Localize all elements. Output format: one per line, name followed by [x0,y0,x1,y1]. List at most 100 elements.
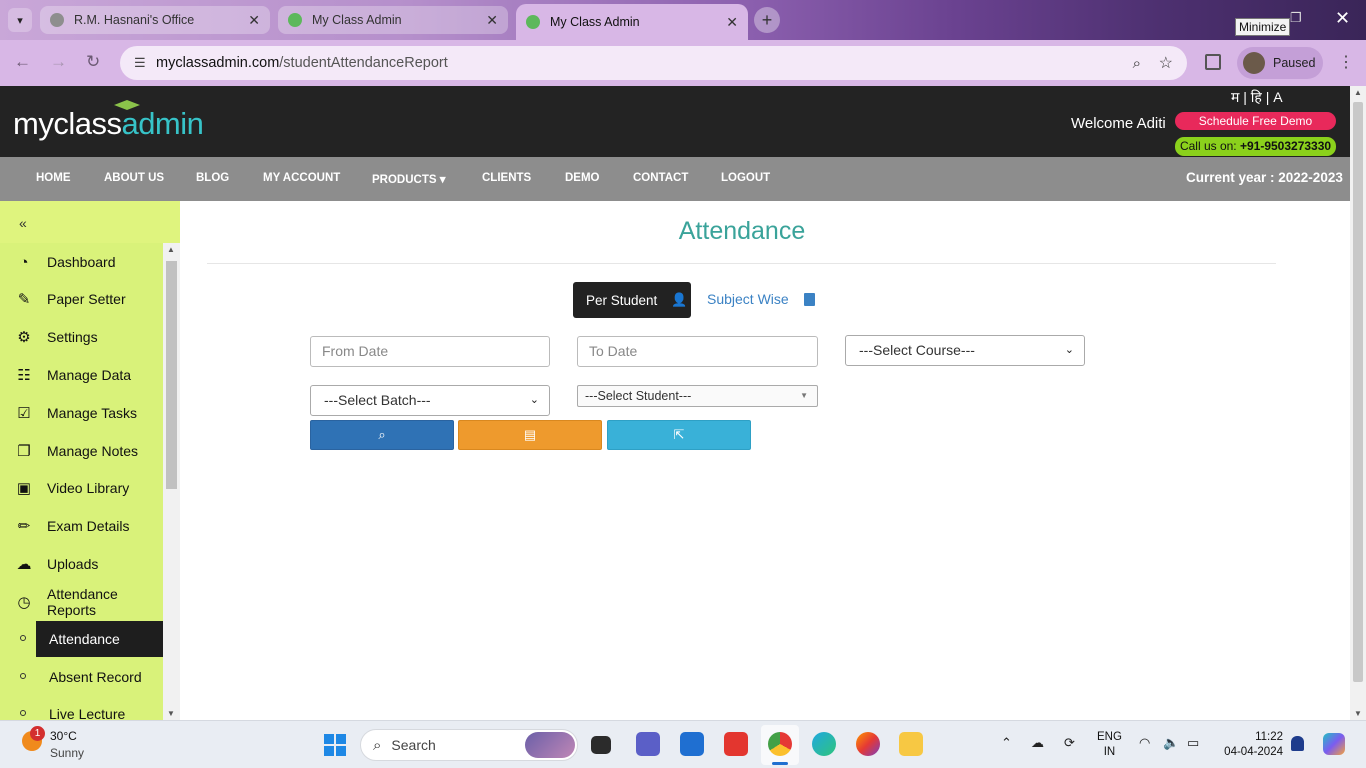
sidebar-item-manage-notes[interactable]: ❐ Manage Notes [0,432,163,470]
to-date-input[interactable]: To Date [577,336,818,367]
chevron-down-icon: ⌄ [1064,344,1074,356]
wifi-icon[interactable]: ◠ [1139,735,1150,751]
file-explorer-icon[interactable] [899,732,923,756]
sidebar-item-label: Manage Data [47,367,132,383]
close-icon[interactable]: ✕ [726,14,738,31]
edge-icon[interactable] [812,732,836,756]
nav-my-account[interactable]: MY ACCOUNT [263,172,340,184]
browser-tab[interactable]: My Class Admin ✕ [278,6,508,34]
nav-clients[interactable]: CLIENTS [482,172,531,184]
nav-logout[interactable]: LOGOUT [721,172,770,184]
search-button[interactable]: ⌕ [310,420,454,450]
browser-tab-active[interactable]: My Class Admin ✕ [516,4,748,40]
export-button[interactable]: ⇱ [607,420,751,450]
firefox-icon[interactable] [856,732,880,756]
sidebar-subitem-attendance[interactable]: Attendance [0,621,163,657]
current-year: Current year : 2022-2023 [1186,170,1343,185]
weather-temperature[interactable]: 30°C [50,729,77,743]
browser-menu-icon[interactable]: ⋮ [1338,52,1354,72]
sidebar-subitem-absent-record[interactable]: Absent Record [0,659,163,695]
side-panel-icon[interactable] [1205,54,1221,70]
sidebar-item-exam-details[interactable]: ✏ Exam Details [0,507,163,545]
copilot-icon[interactable] [1323,733,1345,755]
schedule-demo-button[interactable]: Schedule Free Demo [1175,112,1336,130]
zoom-icon[interactable]: ⌕ [1133,55,1141,72]
chevron-up-icon[interactable]: ⌃ [1001,735,1012,751]
search-highlight-image [525,732,575,758]
site-info-icon[interactable]: ☰ [134,55,154,71]
task-view-icon[interactable] [591,736,611,754]
teams-chat-icon[interactable] [636,732,660,756]
profile-button[interactable]: Paused [1237,47,1323,79]
language-code: ENG [1097,731,1122,743]
nav-about-us[interactable]: ABOUT US [104,172,164,184]
language-switcher[interactable]: म | हि | A [1231,88,1283,107]
from-date-input[interactable]: From Date [310,336,550,367]
checkbox-icon: ☑ [17,405,31,422]
per-student-tab[interactable]: Per Student 👤 [573,282,691,318]
taskbar-search[interactable]: ⌕ Search [360,729,578,761]
scroll-up-icon[interactable]: ▲ [167,245,175,254]
close-icon[interactable]: ✕ [248,12,260,29]
scrollbar-thumb[interactable] [166,261,177,489]
volume-muted-icon[interactable]: 🔈 [1163,735,1179,751]
scroll-up-icon[interactable]: ▲ [1354,88,1362,97]
sidebar-item-dashboard[interactable]: ◔ Dashboard [0,243,163,281]
restore-window-icon[interactable]: ❐ [1290,10,1302,26]
scroll-down-icon[interactable]: ▼ [167,709,175,718]
sidebar-item-manage-data[interactable]: ☷ Manage Data [0,356,163,394]
nav-blog[interactable]: BLOG [196,172,229,184]
globe-icon [50,13,64,27]
microsoft-store-icon[interactable] [680,732,704,756]
sidebar-item-video-library[interactable]: ▣ Video Library [0,469,163,507]
course-select[interactable]: ---Select Course--- ⌄ [845,335,1085,366]
subject-wise-tab[interactable]: Subject Wise [707,291,815,307]
nav-products[interactable]: PRODUCTS ▾ [372,172,446,186]
print-button[interactable]: ▤ [458,420,602,450]
student-select[interactable]: ---Select Student--- ▼ [577,385,818,407]
sidebar-item-label: Video Library [47,480,130,496]
back-icon[interactable]: ← [14,52,31,72]
battery-icon[interactable]: ▭ [1187,735,1199,751]
batch-select[interactable]: ---Select Batch--- ⌄ [310,385,550,416]
chrome-icon[interactable] [768,732,792,765]
bookmark-star-icon[interactable]: ☆ [1159,53,1173,73]
nav-demo[interactable]: DEMO [565,172,600,184]
sidebar-item-settings[interactable]: ⚙ Settings [0,318,163,356]
close-icon[interactable]: ✕ [486,12,498,29]
system-clock[interactable]: 11:22 04-04-2024 [1221,730,1283,760]
sidebar-scrollbar[interactable]: ▲ ▼ [163,243,180,720]
windows-start-icon[interactable] [324,734,346,756]
sidebar-item-uploads[interactable]: ☁ Uploads [0,545,163,583]
language-indicator[interactable]: ENG IN [1097,730,1122,760]
video-icon: ▣ [16,480,32,497]
nav-contact[interactable]: CONTACT [633,172,688,184]
sidebar-item-label: Settings [47,329,98,345]
onedrive-icon[interactable]: ☁ [1031,735,1044,751]
scrollbar-thumb[interactable] [1353,102,1363,682]
sidebar-item-paper-setter[interactable]: ✎ Paper Setter [0,280,163,318]
browser-tab[interactable]: R.M. Hasnani's Office ✕ [40,6,270,34]
per-student-label: Per Student [586,292,658,308]
nav-home[interactable]: HOME [36,172,71,184]
sync-icon[interactable]: ⟳ [1064,735,1075,751]
forward-icon[interactable]: → [50,52,67,72]
logo-text-my: myclass [13,106,122,141]
scroll-down-icon[interactable]: ▼ [1354,709,1362,718]
call-number: +91-9503273330 [1239,139,1332,153]
sidebar-item-manage-tasks[interactable]: ☑ Manage Tasks [0,394,163,432]
weather-condition[interactable]: Sunny [50,746,84,760]
new-tab-button[interactable]: + [754,7,780,33]
sidebar-item-label: Manage Tasks [47,405,138,421]
page-title: Attendance [678,217,806,245]
tab-search-button[interactable]: ▾ [8,8,32,32]
sidebar-subitem-live-lecture-report[interactable]: Live Lecture Report [0,696,163,720]
site-logo[interactable]: myclassadmin [13,106,204,142]
reload-icon[interactable]: ↻ [86,52,100,72]
url-omnibox[interactable]: ☰ myclassadmin.com/studentAttendanceRepo… [120,46,1187,80]
notification-bell-icon[interactable] [1291,736,1304,751]
anydesk-icon[interactable] [724,732,748,756]
sidebar-item-attendance-reports[interactable]: ◷ Attendance Reports [0,583,163,621]
page-scrollbar[interactable]: ▲ ▼ [1350,86,1366,720]
close-window-icon[interactable]: ✕ [1335,8,1350,29]
